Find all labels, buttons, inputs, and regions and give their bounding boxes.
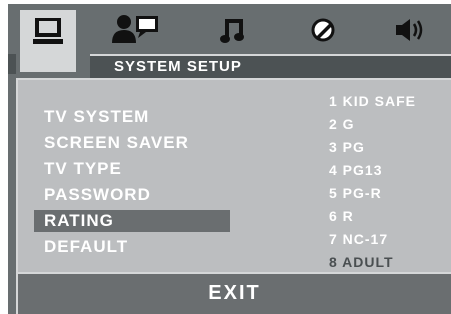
tab-bar xyxy=(8,4,451,72)
menu-item-default[interactable]: DEFAULT xyxy=(34,236,230,258)
menu-item-tv-type[interactable]: TV TYPE xyxy=(34,158,230,180)
music-note-icon xyxy=(219,15,247,45)
rating-option-r[interactable]: 6 R xyxy=(329,207,354,225)
menu-item-rating[interactable]: RATING xyxy=(34,210,230,232)
rating-option-nc-17[interactable]: 7 NC-17 xyxy=(329,230,388,248)
section-title: SYSTEM SETUP xyxy=(114,58,242,75)
circle-slash-icon xyxy=(310,17,336,43)
exit-button-label: EXIT xyxy=(208,282,261,304)
rating-option-kid-safe[interactable]: 1 KID SAFE xyxy=(329,92,416,110)
osd-window: SYSTEM SETUP TV SYSTEM SCREEN SAVER TV T… xyxy=(8,4,451,314)
rating-option-pg-r[interactable]: 5 PG-R xyxy=(329,184,382,202)
exit-bar[interactable]: EXIT xyxy=(16,272,451,314)
menu-item-screen-saver[interactable]: SCREEN SAVER xyxy=(34,132,230,154)
rating-option-g[interactable]: 2 G xyxy=(329,115,355,133)
menu-item-password[interactable]: PASSWORD xyxy=(34,184,230,206)
tab-video[interactable] xyxy=(295,10,351,50)
monitor-icon xyxy=(31,16,65,46)
rating-option-adult[interactable]: 8 ADULT xyxy=(329,253,394,271)
speaker-icon xyxy=(394,17,426,43)
user-speech-icon xyxy=(110,13,162,47)
left-edge-strip xyxy=(8,54,16,74)
tab-audio[interactable] xyxy=(205,10,261,50)
rating-option-pg[interactable]: 3 PG xyxy=(329,138,365,156)
tab-language[interactable] xyxy=(108,10,164,50)
settings-panel: TV SYSTEM SCREEN SAVER TV TYPE PASSWORD … xyxy=(16,78,451,272)
tab-system[interactable] xyxy=(20,10,76,72)
rating-option-pg13[interactable]: 4 PG13 xyxy=(329,161,382,179)
section-title-bar: SYSTEM SETUP xyxy=(90,54,451,78)
tab-speaker[interactable] xyxy=(382,10,438,50)
menu-item-tv-system[interactable]: TV SYSTEM xyxy=(34,106,230,128)
